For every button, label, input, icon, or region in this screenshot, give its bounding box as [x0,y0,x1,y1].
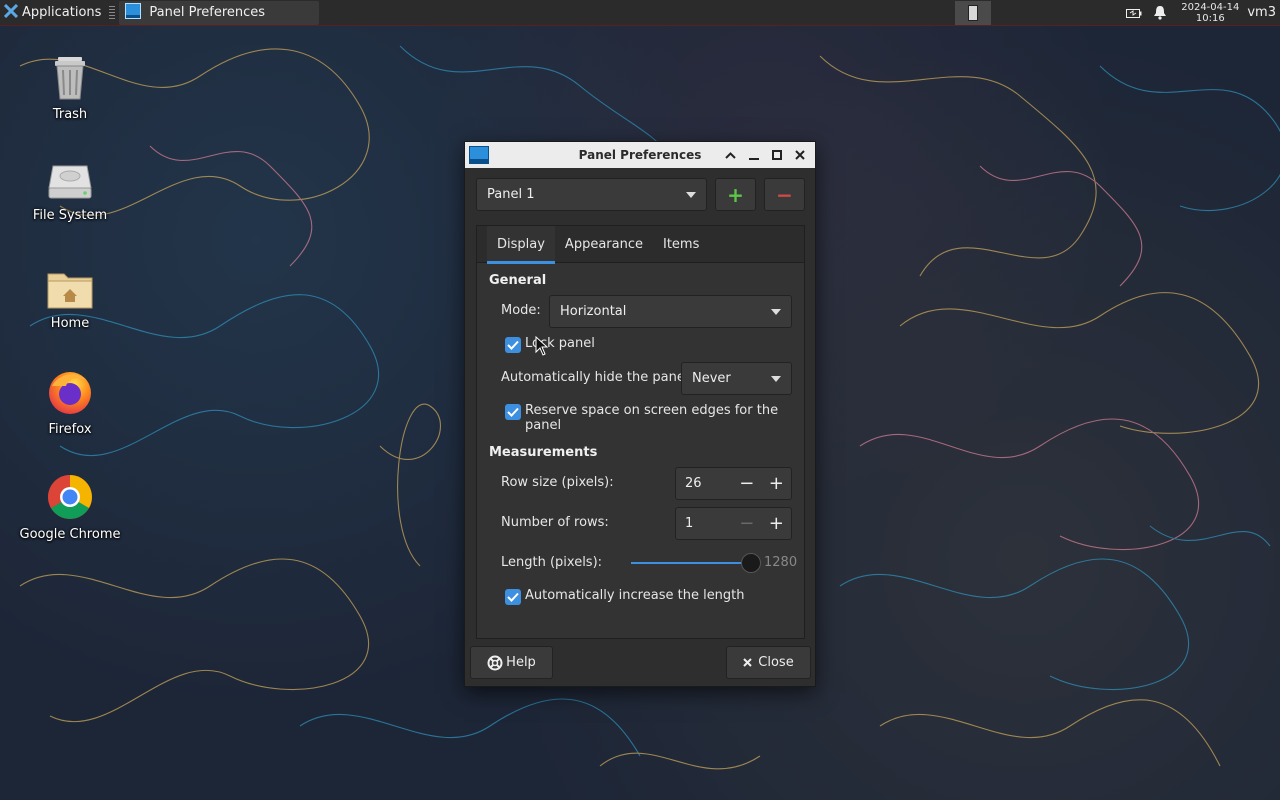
applications-label: Applications [22,5,102,20]
xfce-logo-icon [3,3,19,22]
chrome-icon [46,473,94,525]
desktop-icon-home[interactable]: Home [15,268,125,331]
chevron-down-icon [771,308,781,315]
add-panel-button[interactable]: + [715,178,756,211]
taskbar-item-panel-preferences[interactable]: Panel Preferences [119,0,320,25]
tab-appearance[interactable]: Appearance [555,226,653,263]
length-slider-track[interactable] [631,562,751,564]
panel-select-dropdown[interactable]: Panel 1 [476,178,707,211]
clock-date: 2024-04-14 [1181,1,1240,13]
chevron-down-icon [771,375,781,382]
mode-value: Horizontal [560,304,627,319]
row-size-input[interactable]: 26 [676,476,732,491]
panel-preferences-app-icon [125,2,142,23]
panel-preferences-dialog: Panel Preferences Panel 1 + − Display Ap… [464,141,816,687]
lock-panel-checkbox[interactable] [505,337,521,353]
close-window-button[interactable] [788,144,811,166]
chevron-down-icon [686,191,696,198]
rows-decrement-button[interactable]: − [732,508,761,539]
notification-bell-icon[interactable] [1147,0,1173,26]
tab-label: Items [662,237,700,252]
panel-select-value: Panel 1 [487,187,535,202]
plus-icon: + [727,182,744,207]
applications-menu-button[interactable]: Applications [0,0,105,26]
auto-length-label[interactable]: Automatically increase the length [525,588,745,603]
trash-icon [50,55,90,105]
desktop-icon-label: Trash [52,107,88,122]
desktop-icon-label: Firefox [48,422,92,437]
row-size-spinner[interactable]: 26 − + [675,467,792,500]
shade-button[interactable] [719,144,742,166]
length-value: 1280 [764,555,798,570]
maximize-button[interactable] [765,144,788,166]
firefox-icon [46,368,94,420]
battery-icon[interactable] [1121,0,1147,26]
desktop-icon-trash[interactable]: Trash [15,55,125,122]
reserve-space-label[interactable]: Reserve space on screen edges for the pa… [525,403,804,433]
mode-label: Mode: [501,303,541,318]
rows-label: Number of rows: [501,515,609,530]
length-slider-handle[interactable] [741,553,761,573]
user-label[interactable]: vm3 [1247,5,1276,20]
mode-dropdown[interactable]: Horizontal [549,295,792,328]
help-lifebuoy-icon [487,655,503,671]
autohide-label: Automatically hide the panel: [501,370,693,385]
minimize-button[interactable] [742,144,765,166]
desktop-icon-firefox[interactable]: Firefox [15,368,125,437]
top-panel: Applications Panel Preferences 2024-04-1… [0,0,1280,26]
panel-separator [109,5,116,20]
dialog-titlebar[interactable]: Panel Preferences [465,142,815,168]
preferences-notebook: Display Appearance Items General Mode: H… [476,225,805,639]
clock[interactable]: 2024-04-14 10:16 [1181,2,1239,24]
row-size-decrement-button[interactable]: − [732,468,761,499]
workspace-switcher[interactable] [955,0,992,25]
measurements-heading: Measurements [489,445,598,460]
tab-display[interactable]: Display [487,226,555,264]
autohide-dropdown[interactable]: Never [681,362,792,395]
length-label: Length (pixels): [501,555,603,570]
desktop-icon-label: File System [32,208,108,223]
general-heading: General [489,273,547,288]
workspace-1[interactable] [968,4,979,21]
drive-icon [47,162,93,206]
clock-time: 10:16 [1195,12,1225,24]
reserve-space-checkbox[interactable] [505,404,521,420]
auto-length-checkbox[interactable] [505,589,521,605]
tab-bar: Display Appearance Items [477,226,804,264]
minus-icon: − [776,182,793,207]
row-size-label: Row size (pixels): [501,475,614,490]
desktop-icon-file-system[interactable]: File System [15,162,125,223]
tab-label: Appearance [564,237,643,252]
desktop-icon-label: Home [50,316,90,331]
tab-items[interactable]: Items [653,226,709,263]
remove-panel-button[interactable]: − [764,178,805,211]
close-label: Close [758,655,794,670]
help-label: Help [506,655,536,670]
rows-input[interactable]: 1 [676,516,732,531]
desktop-icon-google-chrome[interactable]: Google Chrome [15,473,125,542]
close-icon [743,658,752,667]
desktop-icon-label: Google Chrome [19,527,121,542]
home-folder-icon [46,268,94,314]
panel-preferences-app-icon [469,146,489,168]
tab-label: Display [497,237,545,252]
close-button[interactable]: Close [726,646,811,679]
rows-spinner[interactable]: 1 − + [675,507,792,540]
row-size-increment-button[interactable]: + [762,468,791,499]
help-button[interactable]: Help [470,646,553,679]
taskbar-item-label: Panel Preferences [149,5,266,20]
autohide-value: Never [692,371,731,386]
mouse-cursor-icon [535,335,549,360]
rows-increment-button[interactable]: + [762,508,791,539]
